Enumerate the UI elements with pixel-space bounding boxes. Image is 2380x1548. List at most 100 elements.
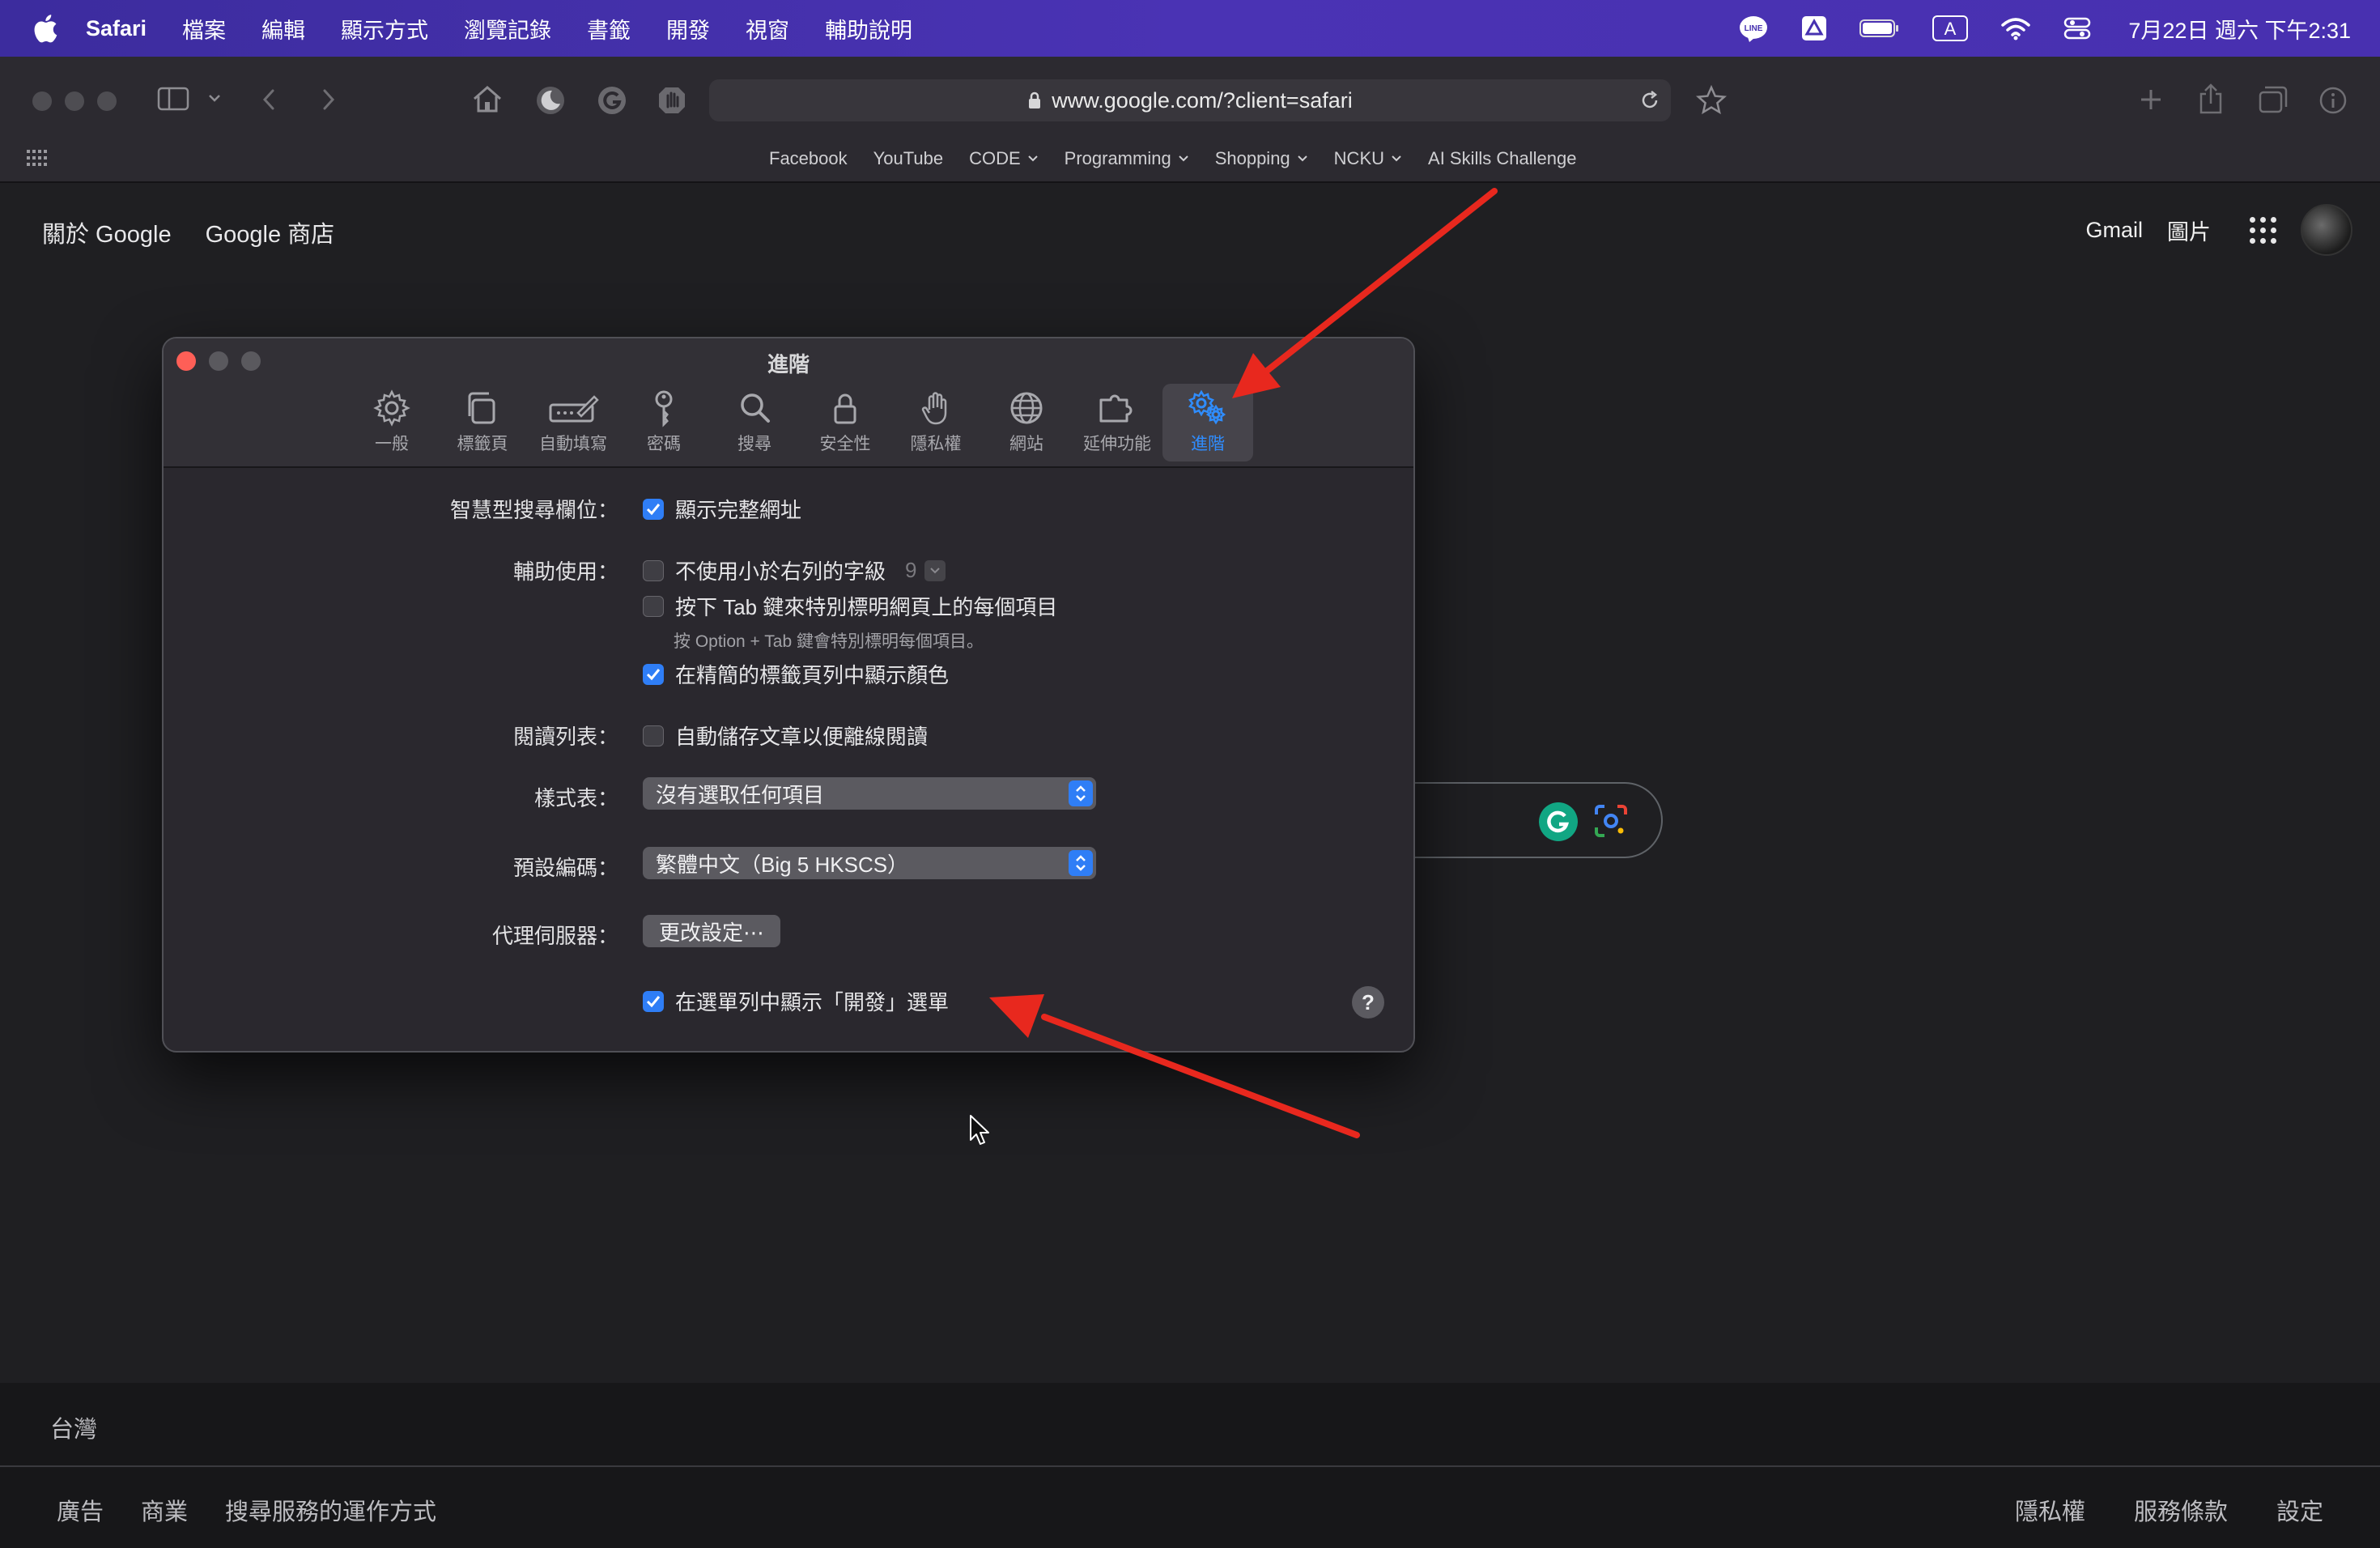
mouse-cursor-icon [970,1115,989,1145]
chevron-down-icon [1178,155,1188,162]
checkmark-icon [646,995,661,1007]
menu-edit[interactable]: 編輯 [261,13,305,45]
menu-file[interactable]: 檔案 [182,13,226,45]
dark-reader-icon[interactable] [534,84,567,117]
adblock-hand-icon[interactable] [656,84,688,117]
menu-bookmarks[interactable]: 書籤 [587,13,631,45]
show-full-url-checkbox[interactable]: 顯示完整網址 [643,494,801,524]
home-icon[interactable] [471,84,504,113]
sidebar-toggle-icon[interactable] [157,86,189,112]
new-tab-plus-icon[interactable] [2137,86,2165,113]
tab-extensions[interactable]: 延伸功能 [1072,384,1162,461]
compact-tab-color-checkbox[interactable]: 在精簡的標籤頁列中顯示顏色 [643,659,949,689]
avatar[interactable] [2301,204,2352,256]
stylesheet-select[interactable]: 沒有選取任何項目 [643,777,1096,810]
favorite-youtube[interactable]: YouTube [873,148,943,169]
checkbox-checked[interactable] [643,990,664,1012]
footer-link-business[interactable]: 商業 [141,1493,188,1527]
tab-tabs[interactable]: 標籤頁 [437,384,528,461]
line-icon[interactable]: LINE [1738,15,1769,42]
tab-advanced[interactable]: 進階 [1162,384,1253,461]
tab-autofill[interactable]: 自動填寫 [528,384,618,461]
url-text[interactable]: www.google.com/?client=safari [1052,88,1352,113]
menu-view[interactable]: 顯示方式 [341,13,428,45]
stylesheet-label: 樣式表： [533,786,618,810]
back-icon[interactable] [261,87,277,112]
bookmark-star-icon[interactable] [1695,84,1728,117]
chevron-down-icon [924,559,946,581]
share-icon[interactable] [2197,83,2225,115]
about-google-link[interactable]: 關於 Google [42,215,172,249]
grammarly-extension-icon[interactable] [596,84,628,117]
tab-search[interactable]: 搜尋 [709,384,800,461]
drive-icon[interactable] [1801,15,1827,41]
compact-tab-color-label: 在精簡的標籤頁列中顯示顏色 [675,663,950,687]
menu-develop[interactable]: 開發 [666,13,710,45]
tab-websites[interactable]: 網站 [981,384,1072,461]
footer-link-how-search-works[interactable]: 搜尋服務的運作方式 [225,1493,436,1527]
favorite-shopping-folder[interactable]: Shopping [1215,148,1308,169]
menu-app-safari[interactable]: Safari [86,16,147,41]
tab-overview-icon[interactable] [2257,84,2289,115]
tab-highlight-label: 按下 Tab 鍵來特別標明網頁上的每個項目 [675,595,1058,619]
encoding-select[interactable]: 繁體中文（Big 5 HKSCS） [643,847,1096,879]
reload-icon[interactable] [1638,89,1661,112]
menu-window[interactable]: 視窗 [746,13,789,45]
apple-icon[interactable] [31,12,58,45]
battery-icon[interactable] [1859,19,1900,38]
input-source-icon[interactable]: A [1932,15,1969,41]
favorite-facebook[interactable]: Facebook [769,148,848,169]
wifi-icon[interactable] [2000,16,2031,40]
tab-highlight-checkbox[interactable]: 按下 Tab 鍵來特別標明網頁上的每個項目 [643,591,1057,621]
window-title: 進階 [767,352,810,376]
stylesheet-value: 沒有選取任何項目 [656,782,825,807]
checkbox-unchecked[interactable] [643,725,664,746]
reading-list-offline-checkbox[interactable]: 自動儲存文章以便離線閱讀 [643,721,928,751]
show-develop-menu-checkbox[interactable]: 在選單列中顯示「開發」選單 [643,986,949,1016]
checkbox-unchecked[interactable] [643,595,664,617]
menu-help[interactable]: 輔助說明 [825,13,912,45]
footer-link-privacy[interactable]: 隱私權 [2015,1493,2085,1527]
svg-text:A: A [1944,19,1957,39]
control-center-icon[interactable] [2063,16,2091,40]
menu-history[interactable]: 瀏覽記錄 [464,13,551,45]
chevron-down-icon [1297,155,1307,162]
google-apps-icon[interactable] [2250,216,2276,244]
images-link[interactable]: 圖片 [2167,215,2211,246]
favorite-programming-folder[interactable]: Programming [1065,148,1189,169]
checkbox-checked[interactable] [643,663,664,685]
favorite-code-folder[interactable]: CODE [969,148,1039,169]
help-button[interactable]: ? [1352,986,1384,1019]
menu-clock[interactable]: 7月22日 週六 下午2:31 [2128,13,2351,45]
tab-passwords[interactable]: 密碼 [618,384,709,461]
sidebar-menu-chevron-icon[interactable] [207,92,222,104]
address-bar[interactable]: www.google.com/?client=safari [709,79,1671,121]
tab-label: 搜尋 [737,435,771,453]
zoom-window-button[interactable] [97,91,117,111]
min-font-size-checkbox[interactable]: 不使用小於右列的字級 9 [643,555,946,585]
footer-link-settings[interactable]: 設定 [2276,1493,2323,1527]
checkbox-unchecked[interactable] [643,559,664,581]
info-icon[interactable] [2318,86,2348,115]
apps-grid-icon[interactable] [26,149,47,167]
footer-link-terms[interactable]: 服務條款 [2134,1493,2228,1527]
min-font-size-select[interactable]: 9 [905,558,946,583]
tab-highlight-hint: 按 Option + Tab 鍵會特別標明每個項目。 [674,632,984,651]
gmail-link[interactable]: Gmail [2085,218,2143,243]
change-proxy-settings-button[interactable]: 更改設定⋯ [643,915,781,947]
favorite-ncku-folder[interactable]: NCKU [1334,148,1402,169]
search-input[interactable] [1376,782,1663,858]
favorite-ai-skills-challenge[interactable]: AI Skills Challenge [1428,148,1576,169]
grammarly-icon[interactable] [1538,802,1579,842]
forward-icon[interactable] [321,87,337,112]
encoding-value: 繁體中文（Big 5 HKSCS） [656,852,909,877]
minimize-window-button[interactable] [65,91,84,111]
footer-link-ads[interactable]: 廣告 [57,1493,104,1527]
close-window-button[interactable] [32,91,52,111]
tab-security[interactable]: 安全性 [800,384,890,461]
google-lens-icon[interactable] [1593,803,1629,839]
google-store-link[interactable]: Google 商店 [206,215,335,249]
checkbox-checked[interactable] [643,498,664,520]
tab-privacy[interactable]: 隱私權 [890,384,981,461]
tab-general[interactable]: 一般 [346,384,437,461]
